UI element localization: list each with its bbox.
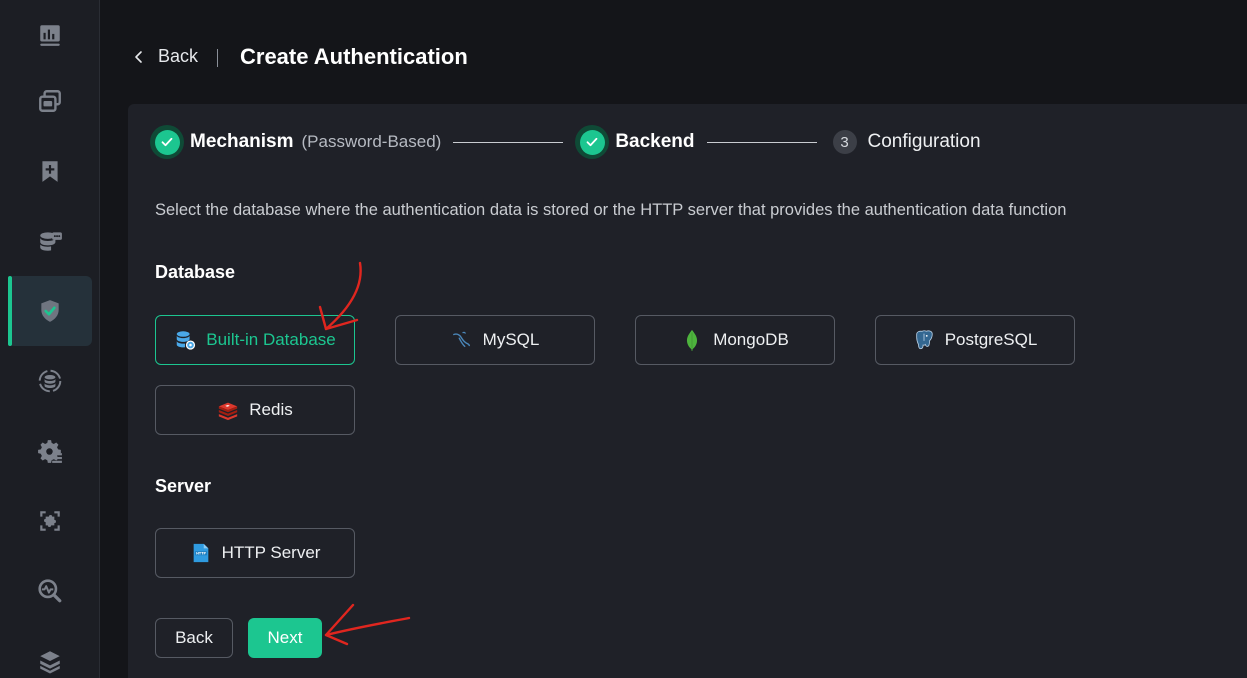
nav-integration[interactable] [8, 206, 92, 276]
page-title: Create Authentication [240, 44, 468, 69]
nav-system[interactable] [8, 626, 92, 678]
check-icon [161, 137, 173, 147]
extensions-icon [40, 511, 60, 531]
step-1-check [150, 125, 184, 159]
sidebar [0, 0, 100, 678]
data-sync-icon [38, 369, 62, 393]
dashboard-icon [40, 25, 60, 46]
page-header: Back Create Authentication [100, 0, 1247, 104]
nav-management[interactable] [8, 416, 92, 486]
nav-topics[interactable] [8, 136, 92, 206]
step-1-title: Mechanism [190, 131, 294, 152]
option-built-in-database[interactable]: Built-in Database [155, 315, 355, 365]
option-http-server[interactable]: HTTP HTTP Server [155, 528, 355, 578]
stepper: Mechanism (Password-Based) Backend 3 Con… [150, 125, 981, 159]
http-server-icon: HTTP [193, 543, 208, 563]
option-redis[interactable]: Redis [155, 385, 355, 435]
step-connector [453, 141, 564, 143]
server-section-title: Server [155, 476, 212, 496]
step-3-number: 3 [832, 130, 857, 154]
step-3-title: Configuration [867, 131, 981, 152]
back-button[interactable]: Back [155, 618, 233, 658]
check-icon [586, 137, 598, 147]
nav-access-control[interactable] [8, 276, 92, 346]
management-icon [38, 440, 62, 463]
main-panel: Mechanism (Password-Based) Backend 3 Con… [128, 104, 1247, 678]
header-back-label: Back [158, 46, 199, 66]
option-mongodb[interactable]: MongoDB [635, 315, 835, 365]
access-control-icon [41, 300, 59, 322]
option-mysql[interactable]: MySQL [395, 315, 595, 365]
nav-diagnose[interactable] [8, 556, 92, 626]
step-1-subtitle: (Password-Based) [301, 132, 442, 151]
option-label: Built-in Database [206, 330, 336, 349]
option-label: MongoDB [713, 330, 789, 349]
step-2-check [575, 125, 610, 159]
postgresql-icon [915, 330, 933, 350]
header-divider [217, 49, 218, 67]
built-in-database-icon [177, 331, 196, 350]
mongodb-icon [687, 329, 698, 351]
option-label: PostgreSQL [944, 330, 1038, 349]
svg-text:HTTP: HTTP [196, 551, 206, 555]
next-button[interactable]: Next [248, 618, 322, 658]
system-icon [40, 651, 60, 674]
option-label: Redis [249, 400, 293, 419]
mysql-icon [452, 331, 470, 348]
topics-icon [42, 161, 58, 182]
option-label: HTTP Server [221, 543, 321, 562]
backend-description: Select the database where the authentica… [155, 201, 1067, 219]
nav-data-sync[interactable] [8, 346, 92, 416]
chevron-left-icon [135, 50, 142, 63]
nav-connections[interactable] [8, 66, 92, 136]
database-section-title: Database [155, 262, 236, 282]
connections-icon [39, 90, 61, 112]
redis-icon [219, 402, 238, 421]
step-connector [706, 141, 817, 143]
nav-dashboard[interactable] [8, 0, 92, 70]
diagnose-icon [38, 579, 62, 603]
nav-extensions[interactable] [8, 486, 92, 556]
option-postgresql[interactable]: PostgreSQL [875, 315, 1075, 365]
integration-icon [40, 232, 62, 251]
header-back-link[interactable]: Back [132, 46, 198, 67]
option-label: MySQL [482, 330, 540, 349]
step-2-title: Backend [615, 131, 695, 152]
